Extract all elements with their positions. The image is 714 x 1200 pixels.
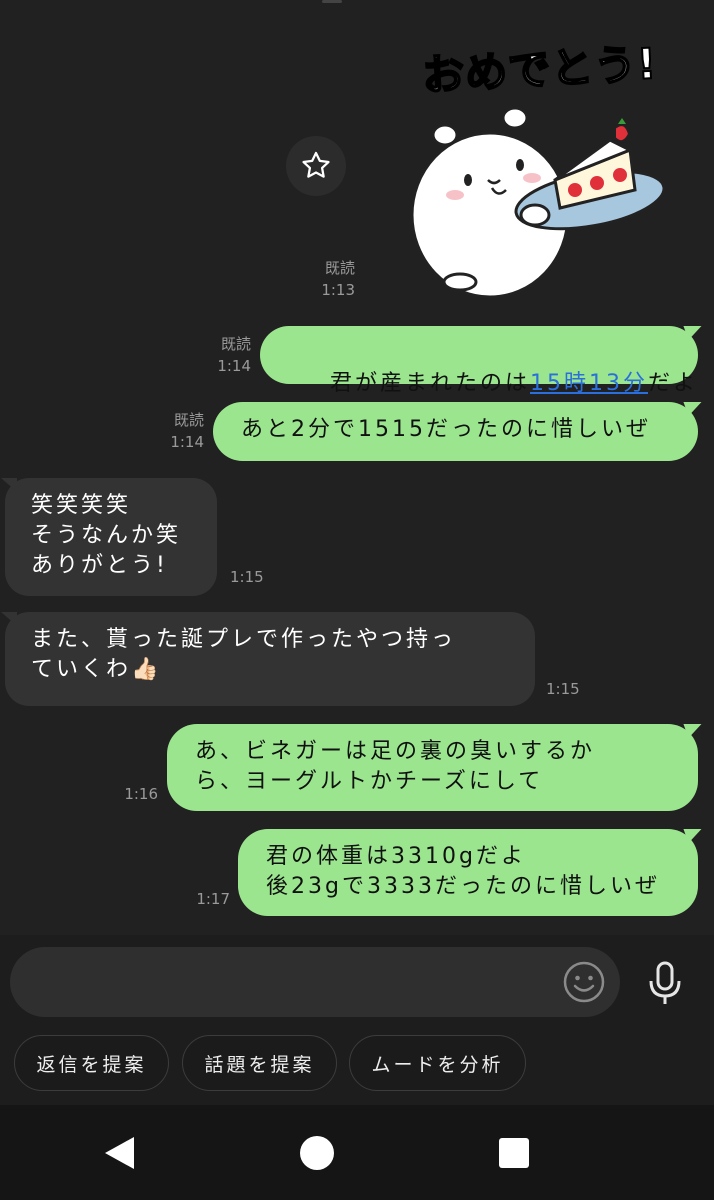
message-time: 1:15	[546, 680, 580, 698]
incoming-message-bubble[interactable]: また、貰った誕プレで作ったやつ持っ ていくわ👍🏻	[1, 612, 535, 706]
message-input[interactable]	[10, 947, 620, 1017]
back-triangle-icon	[105, 1137, 134, 1169]
home-circle-icon	[300, 1136, 334, 1170]
sticker-message[interactable]: おめでとう!	[400, 20, 700, 310]
back-button[interactable]	[100, 1133, 140, 1173]
message-meta: 既読 1:14	[148, 409, 204, 453]
read-receipt: 既読	[220, 335, 251, 353]
message-time: 1:15	[230, 568, 264, 586]
system-navigation-bar	[0, 1105, 714, 1200]
message-meta: 既読 1:13	[300, 257, 355, 301]
outgoing-message-bubble[interactable]: 君が産まれたのは15時13分だよ	[260, 326, 698, 396]
message-time: 1:14	[217, 357, 251, 375]
outgoing-message-bubble[interactable]: あと2分で1515だったのに惜しいぜ	[213, 402, 698, 461]
message-time: 1:17	[196, 890, 230, 908]
emoji-button[interactable]	[562, 960, 606, 1004]
read-receipt: 既読	[324, 259, 355, 277]
message-time: 1:14	[170, 433, 204, 451]
chat-area: おめでとう! 既読 1:13 既読 1:14 君が産まれたのは15時13分だよ …	[0, 0, 714, 935]
message-time: 1:13	[321, 281, 355, 299]
sticker-star-button[interactable]	[286, 136, 346, 196]
incoming-message-bubble[interactable]: 笑笑笑笑 そうなんか笑 ありがとう!	[1, 478, 217, 596]
suggest-reply-chip[interactable]: 返信を提案	[14, 1035, 169, 1091]
outgoing-message-bubble[interactable]: 君の体重は3310gだよ 後23gで3333だったのに惜しいぜ	[238, 829, 698, 916]
recents-square-icon	[499, 1138, 529, 1168]
hamster-cake-sticker	[410, 106, 666, 299]
time-link[interactable]: 15時13分	[530, 371, 648, 396]
smiley-icon	[563, 961, 605, 1003]
message-time: 1:16	[124, 785, 158, 803]
recents-button[interactable]	[494, 1133, 534, 1173]
scroll-indicator	[322, 0, 342, 3]
home-button[interactable]	[297, 1133, 337, 1173]
mic-button[interactable]	[640, 957, 690, 1009]
star-icon	[302, 151, 330, 178]
composer-area: 返信を提案 話題を提案 ムードを分析	[0, 935, 714, 1105]
read-receipt: 既読	[173, 411, 204, 429]
microphone-icon	[649, 961, 681, 1004]
analyze-mood-chip[interactable]: ムードを分析	[349, 1035, 526, 1091]
message-meta: 既読 1:14	[195, 333, 251, 377]
outgoing-message-bubble[interactable]: あ、ビネガーは足の裏の臭いするか ら、ヨーグルトかチーズにして	[167, 724, 698, 811]
suggest-topic-chip[interactable]: 話題を提案	[182, 1035, 337, 1091]
